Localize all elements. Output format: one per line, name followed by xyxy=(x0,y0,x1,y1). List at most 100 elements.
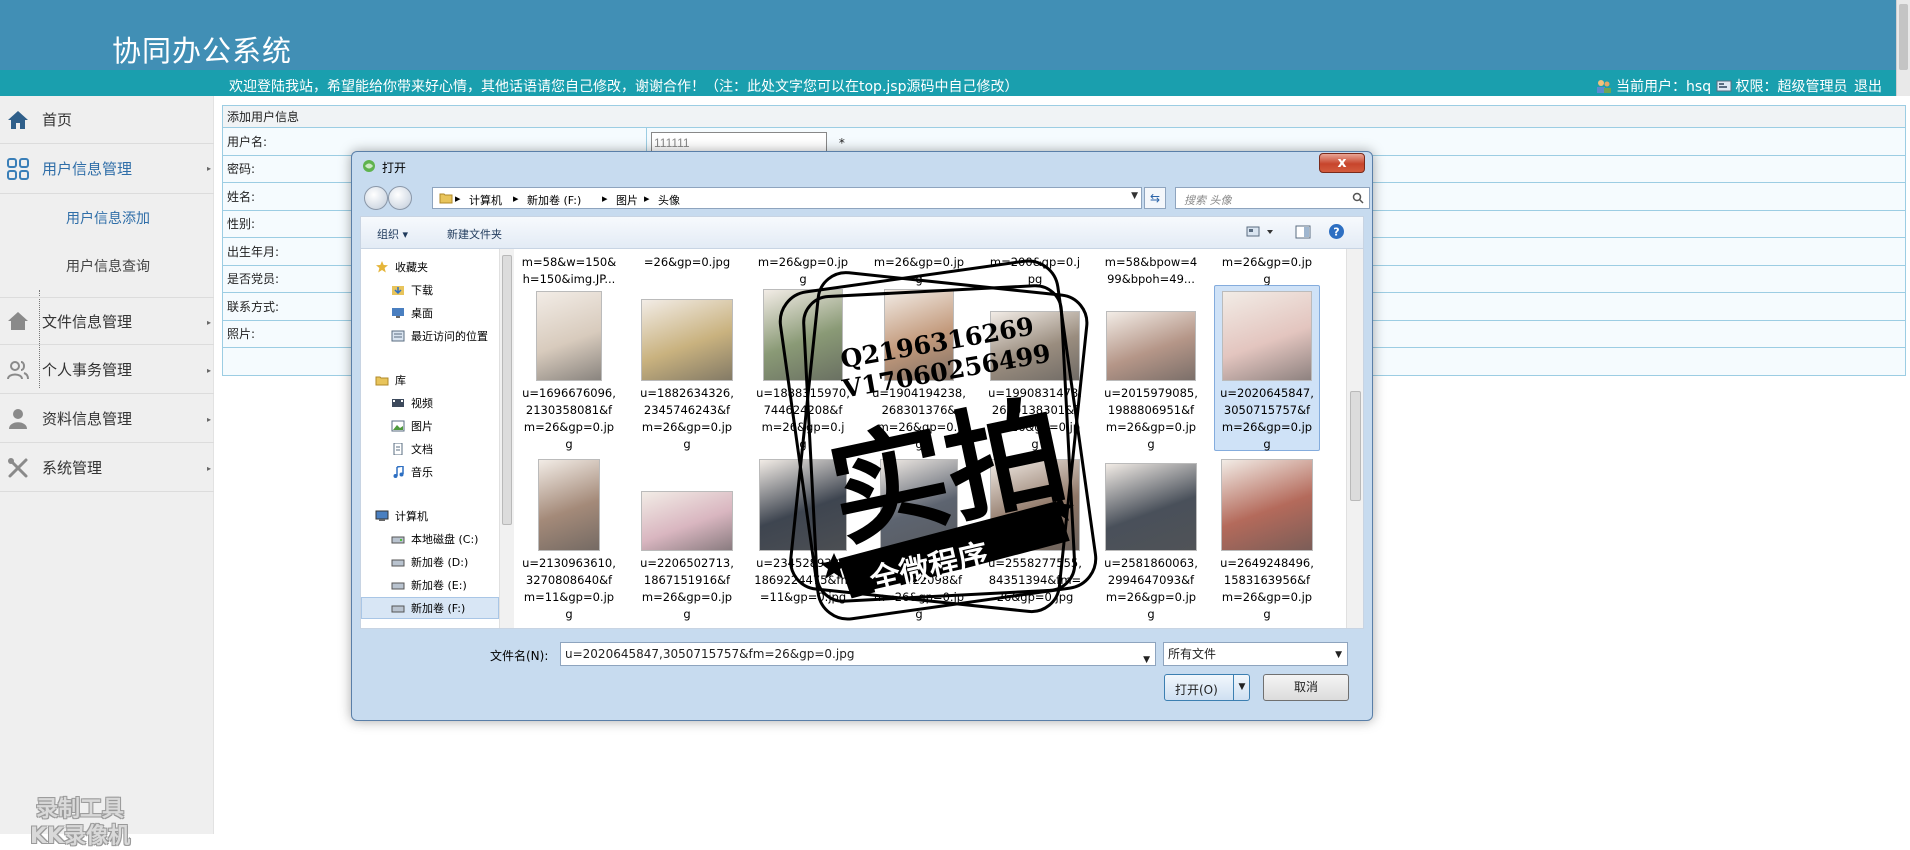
cancel-button[interactable]: 取消 xyxy=(1263,674,1349,701)
nav-pane-label: 新加卷 (E:) xyxy=(411,579,467,592)
breadcrumb-item[interactable]: 计算机 xyxy=(469,192,502,208)
nav-pane-item[interactable]: 库 xyxy=(375,369,406,391)
nav-pane-label: 新加卷 (F:) xyxy=(411,602,466,615)
nav-pane-item[interactable]: 新加卷 (D:) xyxy=(391,551,468,573)
file-item[interactable]: u=2581860063, 2994647093&f m=26&gp=0.jp … xyxy=(1098,455,1204,623)
person-icon xyxy=(9,408,27,429)
file-item[interactable]: u=2206502713, 1867151916&f m=26&gp=0.jp … xyxy=(634,455,740,623)
nav-pane-item[interactable]: 最近访问的位置 xyxy=(391,325,488,347)
file-item[interactable]: u=2446649186, 3642422098&f m=26&gp=0.jp … xyxy=(866,455,972,623)
file-item[interactable]: u=1696676096, 2130358081&f m=26&gp=0.jp … xyxy=(516,285,622,453)
file-thumbnail xyxy=(763,289,843,381)
sidebar-item-label: 资料信息管理 xyxy=(42,410,133,428)
close-icon: x xyxy=(1337,155,1347,171)
new-folder-button[interactable]: 新建文件夹 xyxy=(447,226,502,242)
file-item[interactable]: u=2015979085, 1988806951&f m=26&gp=0.jp … xyxy=(1098,285,1204,453)
chevron-down-icon[interactable]: ▼ xyxy=(1131,191,1138,201)
file-item[interactable]: u=1888315970, 744624208&f m=26&gp=0.j g xyxy=(750,285,856,453)
window-scrollbar[interactable] xyxy=(1896,0,1910,96)
nav-pane-item[interactable]: 计算机 xyxy=(375,505,428,527)
file-item[interactable]: m=58&bpow=4 99&bpoh=49... xyxy=(1098,249,1204,286)
nav-pane-item[interactable]: 视频 xyxy=(391,392,433,414)
breadcrumb-item[interactable]: 新加卷 (F:) xyxy=(527,192,581,208)
sidebar-item-personal-affairs[interactable]: 个人事务管理 ▸ xyxy=(0,346,214,394)
scrollbar-thumb[interactable] xyxy=(502,255,512,525)
dialog-titlebar[interactable]: 打开 x xyxy=(352,152,1372,182)
open-button[interactable]: 打开(O) ▼ xyxy=(1164,674,1250,701)
nav-pane-item[interactable]: 收藏夹 xyxy=(375,256,428,278)
sidebar-item-label: 个人事务管理 xyxy=(42,361,133,379)
scrollbar-thumb[interactable] xyxy=(1350,391,1361,501)
file-item[interactable]: =26&gp=0.jpg xyxy=(634,249,740,285)
scrollbar-thumb[interactable] xyxy=(1899,4,1908,70)
caret-icon: ▸ xyxy=(206,366,211,375)
logout-link[interactable]: 退出 xyxy=(1854,79,1882,95)
open-file-dialog: 打开 x ▸ 计算机 ▸ 新加卷 (F:) ▸ 图片 ▸ 头像 ▼ ⇆ 搜索 头… xyxy=(351,151,1373,721)
sidebar-item-file-management[interactable]: 文件信息管理 ▸ xyxy=(0,297,214,345)
file-thumbnail xyxy=(990,311,1080,381)
close-button[interactable]: x xyxy=(1319,153,1365,173)
nav-pane-item[interactable]: 桌面 xyxy=(391,302,433,324)
file-name: u=2558277555, 84351394&fm= 26&gp=0.jpg xyxy=(988,556,1082,604)
forward-button[interactable] xyxy=(388,186,412,210)
nav-pane-label: 图片 xyxy=(411,420,433,433)
dialog-toolbar: 组织 ▾ 新建文件夹 ? xyxy=(360,216,1364,248)
organize-button[interactable]: 组织 ▾ xyxy=(377,226,408,242)
refresh-button[interactable]: ⇆ xyxy=(1144,187,1166,209)
sidebar-item-system-management[interactable]: 系统管理 ▸ xyxy=(0,444,214,492)
file-list-scrollbar[interactable] xyxy=(1346,249,1363,628)
filename-label: 文件名(N): xyxy=(490,649,549,663)
file-item[interactable]: m=26&gp=0.jp g xyxy=(750,249,856,286)
file-item[interactable]: u=1882634326, 2345746243&f m=26&gp=0.jp … xyxy=(634,285,740,453)
back-button[interactable] xyxy=(364,186,388,210)
file-item[interactable]: u=2130963610, 3270808640&f m=11&gp=0.jp … xyxy=(516,455,622,623)
view-options-icon[interactable] xyxy=(1246,225,1276,239)
filetype-value: 所有文件 xyxy=(1168,647,1217,661)
nav-pane-item[interactable]: 新加卷 (E:) xyxy=(391,574,467,596)
file-item[interactable]: m=26&gp=0.jp g xyxy=(866,249,972,286)
file-item[interactable]: u=2649248496, 1583163956&f m=26&gp=0.jp … xyxy=(1214,455,1320,623)
sidebar-item-user-management[interactable]: 用户信息管理 ▸ xyxy=(0,144,214,194)
sidebar-subitem-user-query[interactable]: 用户信息查询 xyxy=(0,242,214,290)
sidebar-item-label: 文件信息管理 xyxy=(42,312,133,331)
help-icon[interactable]: ? xyxy=(1328,223,1345,240)
nav-pane-item-selected[interactable]: 新加卷 (F:) xyxy=(361,597,499,619)
nav-pane-item[interactable]: 本地磁盘 (C:) xyxy=(391,528,478,550)
file-name: u=2345289381, 1869224475&fm =11&gp=0.jpg xyxy=(754,556,852,604)
nav-pane-item[interactable]: 音乐 xyxy=(391,461,433,483)
file-name: u=2446649186, 3642422098&f m=26&gp=0.jp … xyxy=(872,556,966,621)
file-item[interactable]: u=2345289381, 1869224475&fm =11&gp=0.jpg xyxy=(750,455,856,623)
file-item[interactable]: m=200&gp=0.j pg xyxy=(982,249,1088,286)
nav-pane-item[interactable]: 图片 xyxy=(391,415,433,437)
sidebar-subitem-user-add[interactable]: 用户信息添加 xyxy=(0,194,214,242)
filetype-select[interactable]: 所有文件 ▼ xyxy=(1163,642,1348,666)
nav-pane-label: 桌面 xyxy=(411,307,433,320)
nav-pane-item[interactable]: 文档 xyxy=(391,438,433,460)
folder-icon xyxy=(439,193,453,204)
nav-pane-label: 计算机 xyxy=(395,510,428,523)
file-item[interactable]: u=2020645847, 3050715757&f m=26&gp=0.jp … xyxy=(1214,285,1320,453)
file-item[interactable]: u=2558277555, 84351394&fm= 26&gp=0.jpg xyxy=(982,455,1088,623)
tools-icon xyxy=(8,457,28,477)
file-item[interactable]: u=1904194238, 268301376& m=26&gp=0.j g xyxy=(866,285,972,453)
chevron-down-icon[interactable]: ▼ xyxy=(1143,649,1150,671)
computer-icon xyxy=(375,510,389,521)
breadcrumb-item[interactable]: 图片 xyxy=(616,192,638,208)
file-item[interactable]: u=1990831478, 2620138301&f m=26&gp=0.jp … xyxy=(982,285,1088,453)
caret-icon: ▸ xyxy=(206,464,211,473)
open-split-arrow[interactable]: ▼ xyxy=(1233,675,1250,700)
file-name: u=2130963610, 3270808640&f m=11&gp=0.jp … xyxy=(522,556,616,621)
breadcrumb-item[interactable]: 头像 xyxy=(658,192,680,208)
search-input[interactable]: 搜索 头像 xyxy=(1175,187,1370,209)
nav-pane-scrollbar[interactable] xyxy=(499,249,514,628)
current-user: 当前用户：hsq xyxy=(1616,79,1712,95)
nav-pane-item[interactable]: 下载 xyxy=(391,279,433,301)
sidebar-item-home[interactable]: 首页 xyxy=(0,96,214,144)
search-icon[interactable] xyxy=(1352,192,1364,204)
preview-pane-icon[interactable] xyxy=(1295,225,1311,239)
file-item[interactable]: m=58&w=150& h=150&img.JP... xyxy=(516,249,622,286)
sidebar-item-data-management[interactable]: 资料信息管理 ▸ xyxy=(0,395,214,443)
file-item[interactable]: m=26&gp=0.jp g xyxy=(1214,249,1320,286)
filename-input[interactable]: u=2020645847,3050715757&fm=26&gp=0.jpg ▼ xyxy=(560,642,1156,666)
address-box[interactable]: ▸ 计算机 ▸ 新加卷 (F:) ▸ 图片 ▸ 头像 ▼ xyxy=(432,187,1142,209)
